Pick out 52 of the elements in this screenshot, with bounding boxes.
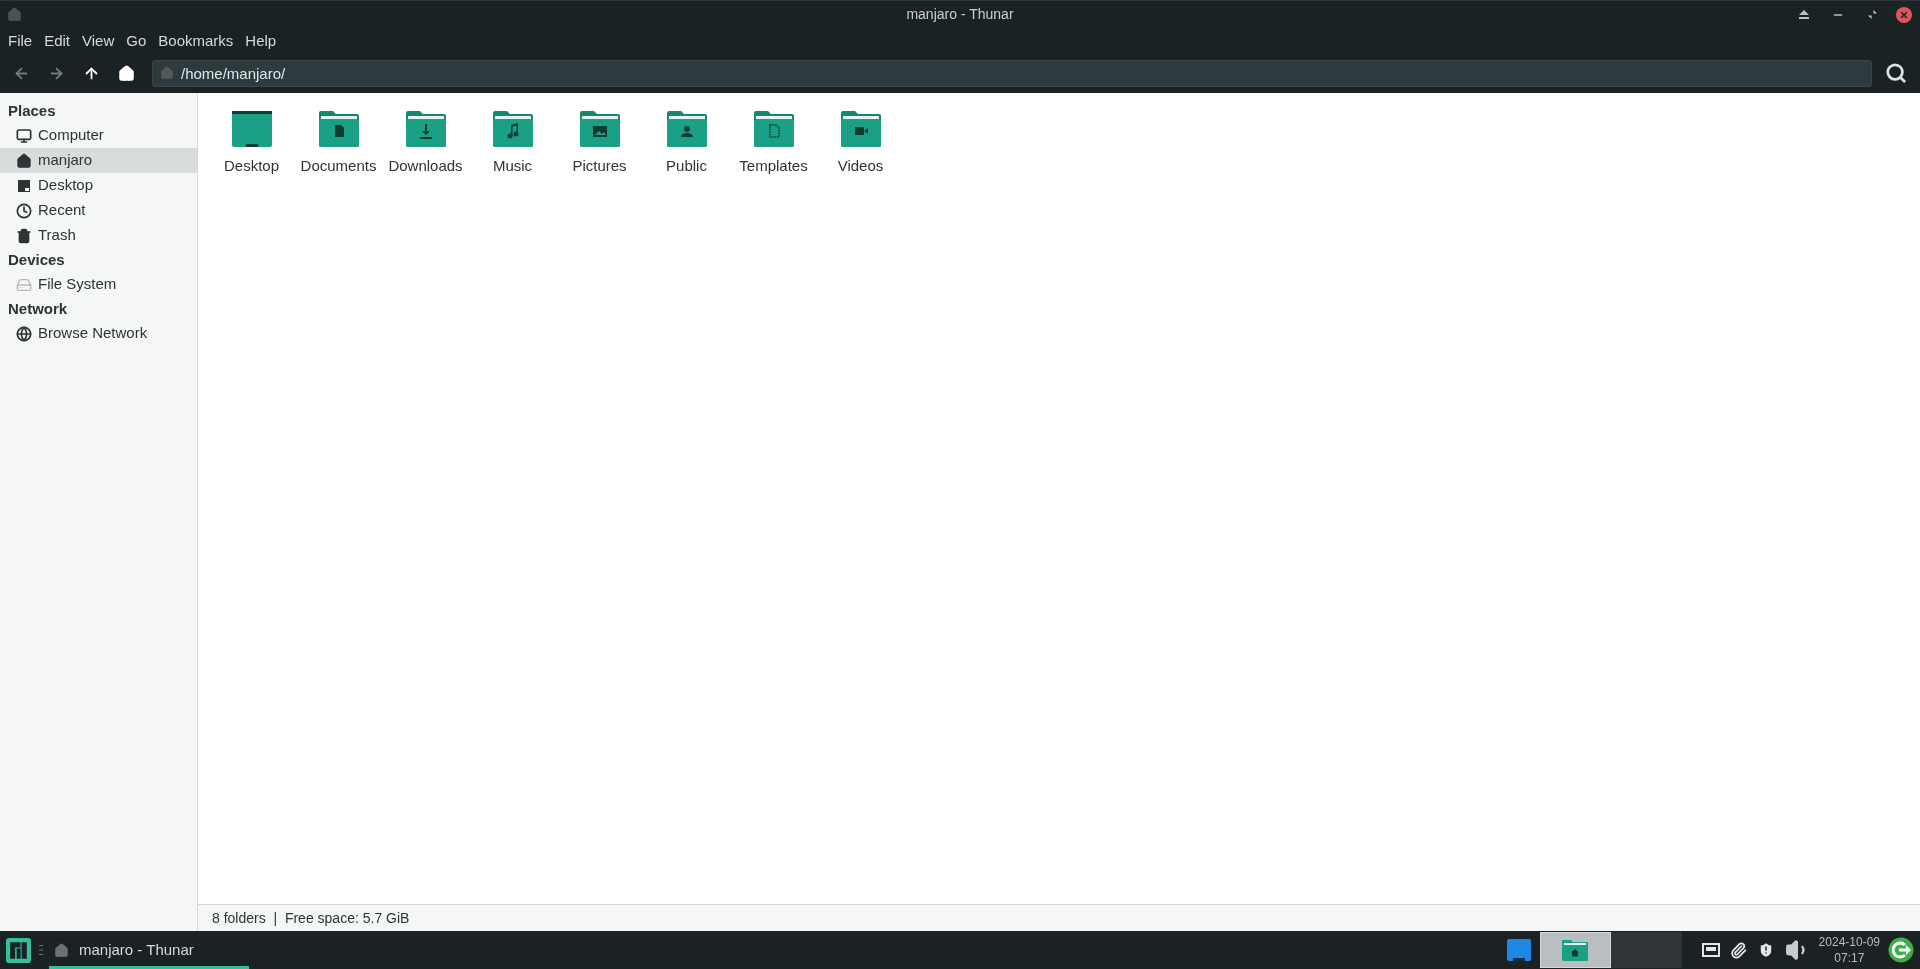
clock[interactable]: 2024-10-09 07:17 xyxy=(1818,934,1880,966)
close-button[interactable] xyxy=(1896,6,1912,23)
folder-item[interactable]: Desktop xyxy=(208,105,295,178)
task-button[interactable]: manjaro - Thunar xyxy=(49,931,249,969)
drive-icon xyxy=(16,276,32,293)
sidebar-item[interactable]: Computer xyxy=(0,123,197,148)
sidebar-heading: Places xyxy=(7,100,57,121)
logout-icon[interactable] xyxy=(1888,937,1914,963)
sidebar-heading: Network xyxy=(7,298,69,319)
sidebar-item[interactable]: Desktop xyxy=(0,173,197,198)
restore-icon xyxy=(1866,9,1878,20)
folder-item[interactable]: Music xyxy=(469,105,556,178)
monitor-icon xyxy=(16,127,32,144)
clock-icon xyxy=(16,202,32,219)
folder-item[interactable]: Templates xyxy=(730,105,817,178)
sidebar-heading: Devices xyxy=(7,249,66,270)
close-icon xyxy=(1899,9,1909,20)
window-title: manjaro - Thunar xyxy=(906,5,1014,24)
home-icon xyxy=(54,942,69,958)
show-desktop-icon[interactable] xyxy=(1505,937,1532,963)
sidebar-item[interactable]: Trash xyxy=(0,223,197,248)
menu-item[interactable]: Edit xyxy=(38,29,77,53)
workspace-button[interactable] xyxy=(1539,932,1611,968)
sidebar-item[interactable]: Browse Network xyxy=(0,321,197,346)
home-icon xyxy=(16,152,32,169)
search-icon xyxy=(1885,62,1907,84)
status-text: 8 folders | Free space: 5.7 GiB xyxy=(212,908,410,928)
folder-item[interactable]: Pictures xyxy=(556,105,643,178)
folder-item[interactable]: Public xyxy=(643,105,730,178)
network-wired-icon[interactable] xyxy=(1701,943,1720,957)
menu-item[interactable]: File xyxy=(2,29,39,53)
menu-item[interactable]: View xyxy=(76,29,121,53)
folder-item[interactable]: Documents xyxy=(295,105,382,178)
paperclip-icon[interactable] xyxy=(1729,941,1747,959)
home-icon xyxy=(160,65,174,80)
menu-item[interactable]: Go xyxy=(120,29,153,53)
sidebar-item[interactable]: Recent xyxy=(0,198,197,223)
desktop-icon xyxy=(16,177,32,194)
manjaro-logo-icon xyxy=(6,937,31,963)
home-folder-icon xyxy=(1561,938,1590,962)
app-icon xyxy=(7,7,22,22)
menu-item[interactable]: Help xyxy=(239,29,283,53)
trash-icon xyxy=(16,227,32,244)
location-field[interactable]: /home/manjaro/ xyxy=(152,59,1872,87)
home-icon xyxy=(118,64,135,82)
menu-item[interactable]: Bookmarks xyxy=(152,29,240,53)
sidebar-item[interactable]: manjaro xyxy=(0,148,197,173)
folder-item[interactable]: Videos xyxy=(817,105,904,178)
handle-icon[interactable] xyxy=(39,945,43,955)
folder-item[interactable]: Downloads xyxy=(382,105,469,178)
eject-icon xyxy=(1798,8,1810,21)
globe-icon xyxy=(16,325,32,342)
